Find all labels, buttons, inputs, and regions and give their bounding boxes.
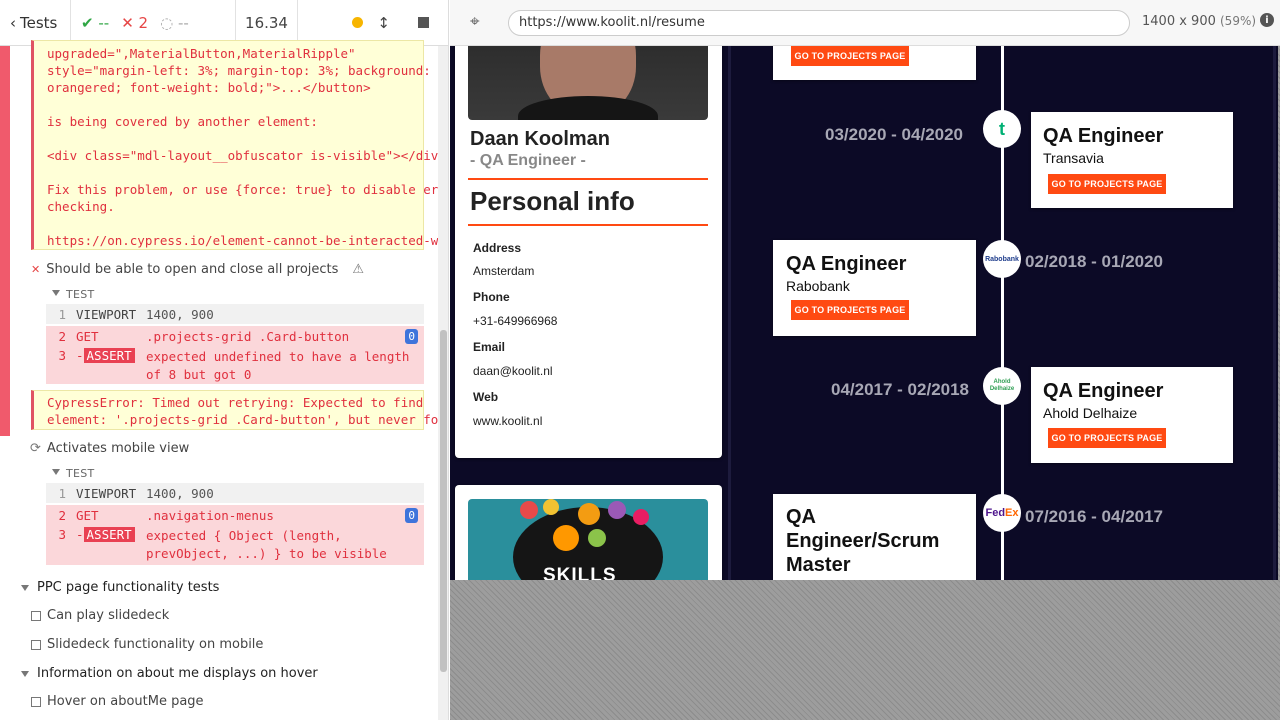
docs-link[interactable]: https://on.cypress.io/element-cannot-be-… — [47, 232, 448, 249]
email-value[interactable]: daan@koolit.nl — [473, 364, 553, 378]
divider — [468, 178, 708, 180]
collapse-triangle-icon[interactable] — [52, 469, 60, 475]
error-message-1: upgraded=",MaterialButton,MaterialRipple… — [31, 40, 448, 250]
failed-count: ✕ 2 — [121, 13, 149, 32]
auto-scroll-toggle-icon[interactable]: ↕ — [377, 14, 390, 32]
reporter-panel: ‹ Tests ✔ -- ✕ 2 ◌ -- 16.34 ↕ upgraded="… — [0, 0, 449, 720]
phone-label: Phone — [473, 290, 510, 304]
go-to-projects-button[interactable]: GO TO PROJECTS PAGE — [1048, 174, 1166, 194]
passed-count: ✔ -- — [81, 13, 110, 32]
timeline-date: 04/2017 - 02/2018 — [831, 380, 970, 399]
selector-playground-crosshair-icon[interactable]: ⌖ — [470, 12, 480, 32]
timeline-card-ahold: QA Engineer Ahold Delhaize GO TO PROJECT… — [1031, 367, 1233, 463]
ahold-delhaize-logo-icon: Ahold Delhaize — [983, 367, 1021, 405]
pending-checkbox-icon — [31, 639, 41, 650]
web-label: Web — [473, 390, 499, 404]
email-label: Email — [473, 340, 506, 354]
go-to-projects-button[interactable]: GO TO PROJECTS PAGE — [1048, 428, 1166, 448]
test-hover-about-me[interactable]: Hover on aboutMe page — [31, 694, 204, 709]
profile-name: Daan Koolman — [470, 128, 611, 150]
element-count-badge: 0 — [405, 507, 418, 523]
web-value[interactable]: www.koolit.nl — [473, 414, 542, 428]
phone-value: +31-649966968 — [473, 314, 558, 328]
info-icon[interactable]: i — [1260, 13, 1274, 27]
divider — [468, 224, 708, 226]
collapse-triangle-icon — [21, 670, 29, 677]
command-assert[interactable]: 3 - ASSERT expected undefined to have a l… — [46, 346, 424, 384]
fedex-logo-icon: Fed Ex — [983, 494, 1021, 532]
warning-icon: ⚠ — [352, 262, 365, 277]
command-get[interactable]: 2 GET .projects-grid .Card-button 0 — [46, 326, 424, 346]
command-get[interactable]: 2 GET .navigation-menus 0 — [46, 505, 424, 525]
profile-role: - QA Engineer - — [470, 152, 586, 169]
stats: ✔ -- ✕ 2 ◌ -- — [71, 0, 236, 46]
chevron-left-icon: ‹ — [10, 13, 16, 32]
command-assert[interactable]: 3 - ASSERT expected { Object (length, pre… — [46, 525, 424, 565]
duration: 16.34 — [236, 0, 298, 46]
error-message-2: CypressError: Timed out retrying: Expect… — [31, 390, 448, 430]
transavia-logo-icon: t — [983, 110, 1021, 148]
command-viewport[interactable]: 1 VIEWPORT 1400, 900 — [46, 483, 424, 503]
rabobank-logo-icon: Rabobank — [983, 240, 1021, 278]
timeline-card-rabobank: QA Engineer Rabobank GO TO PROJECTS PAGE — [773, 240, 976, 336]
timeline-card-transavia: QA Engineer Transavia GO TO PROJECTS PAG… — [1031, 112, 1233, 208]
command-viewport[interactable]: 1 VIEWPORT 1400, 900 — [46, 304, 424, 324]
stop-button[interactable] — [418, 17, 429, 28]
profile-card: Daan Koolman - QA Engineer - Personal in… — [455, 46, 722, 458]
profile-photo — [468, 46, 708, 120]
test-can-play-slidedeck[interactable]: Can play slidedeck — [31, 608, 169, 623]
timeline-card-previous: GO TO PROJECTS PAGE — [773, 46, 976, 80]
pending-checkbox-icon — [31, 610, 41, 621]
test-title-mobile-view[interactable]: ⟳ Activates mobile view — [30, 441, 189, 456]
cross-icon: ✕ — [121, 13, 134, 32]
fail-cross-icon: ✕ — [31, 263, 41, 276]
test-slidedeck-mobile[interactable]: Slidedeck functionality on mobile — [31, 637, 263, 652]
pending-checkbox-icon — [31, 696, 41, 707]
test-section-label: TEST — [52, 467, 95, 480]
reporter-scrollbar-thumb[interactable] — [440, 330, 447, 672]
personal-info-heading: Personal info — [470, 186, 635, 216]
element-count-badge: 0 — [405, 328, 418, 344]
go-to-projects-button[interactable]: GO TO PROJECTS PAGE — [791, 46, 909, 66]
timeline-card-fedex: QA Engineer/Scrum Master — [773, 494, 976, 580]
collapse-triangle-icon — [21, 584, 29, 591]
skills-image: SKILLS — [468, 499, 708, 580]
timeline-date: 07/2016 - 04/2017 — [1025, 507, 1164, 526]
aut-iframe: Daan Koolman - QA Engineer - Personal in… — [450, 46, 1278, 580]
skills-card: SKILLS — [455, 485, 722, 580]
running-indicator-icon — [352, 17, 364, 28]
timeline-date: 02/2018 - 01/2020 — [1025, 252, 1164, 271]
address-label: Address — [473, 241, 522, 255]
timeline-date: 03/2020 - 04/2020 — [825, 125, 964, 144]
run-controls: ↕ — [298, 0, 448, 46]
url-field[interactable]: https://www.koolit.nl/resume — [508, 10, 1130, 36]
test-section-label: TEST — [52, 288, 95, 301]
collapse-triangle-icon[interactable] — [52, 290, 60, 296]
failed-spec-indicator — [0, 46, 10, 436]
pending-circle-icon: ◌ — [160, 13, 174, 32]
check-icon: ✔ — [81, 13, 94, 32]
suite-ppc-page[interactable]: PPC page functionality tests — [21, 580, 219, 595]
test-title-open-close-projects[interactable]: ✕ Should be able to open and close all p… — [31, 262, 364, 277]
suite-about-me-hover[interactable]: Information on about me displays on hove… — [21, 666, 318, 681]
retry-spinner-icon: ⟳ — [30, 441, 41, 456]
viewport-info[interactable]: 1400 x 900 (59%) — [1142, 14, 1256, 29]
pending-count: ◌ -- — [160, 13, 189, 32]
tests-back-button[interactable]: ‹ Tests — [0, 0, 71, 46]
skills-text: SKILLS — [543, 565, 617, 580]
go-to-projects-button[interactable]: GO TO PROJECTS PAGE — [791, 300, 909, 320]
address-value: Amsterdam — [473, 264, 535, 278]
